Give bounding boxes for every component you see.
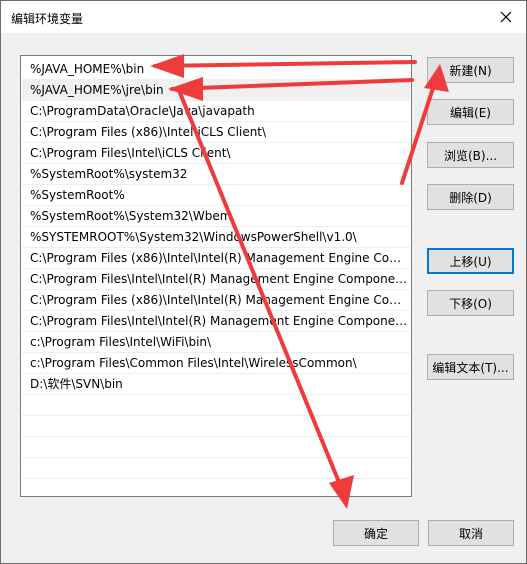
ok-button[interactable]: 确定 xyxy=(333,520,419,546)
dialog-title: 编辑环境变量 xyxy=(11,12,84,26)
path-list[interactable]: %JAVA_HOME%\bin %JAVA_HOME%\jre\bin C:\Pro… xyxy=(20,55,412,500)
list-item[interactable]: D:\软件\SVN\bin xyxy=(22,374,410,395)
list-item[interactable]: %JAVA_HOME%\bin xyxy=(22,59,410,80)
list-item[interactable]: %SystemRoot%\system32 xyxy=(22,164,410,185)
list-item[interactable]: C:\Program Files\Intel\iCLS Client\ xyxy=(22,143,410,164)
move-down-button[interactable]: 下移(O) xyxy=(427,290,514,316)
list-item[interactable]: C:\Program Files\Intel\Intel(R) Manageme… xyxy=(22,269,410,290)
edit-text-button[interactable]: 编辑文本(T)... xyxy=(427,354,514,380)
list-item[interactable]: C:\Program Files (x86)\Intel\iCLS Client… xyxy=(22,122,410,143)
list-item[interactable]: C:\Program Files (x86)\Intel\Intel(R) Ma… xyxy=(22,290,410,311)
title-bar: 编辑环境变量 xyxy=(1,1,526,33)
list-item[interactable]: c:\Program Files\Intel\WiFi\bin\ xyxy=(22,332,410,353)
new-button[interactable]: 新建(N) xyxy=(427,57,514,83)
list-item[interactable]: c:\Program Files\Common Files\Intel\Wire… xyxy=(22,353,410,374)
list-empty-row[interactable] xyxy=(22,458,410,479)
list-item[interactable]: C:\Program Files (x86)\Intel\Intel(R) Ma… xyxy=(22,248,410,269)
list-item[interactable]: C:\ProgramData\Oracle\Java\javapath xyxy=(22,101,410,122)
list-empty-row[interactable] xyxy=(22,437,410,458)
list-item[interactable]: %JAVA_HOME%\jre\bin xyxy=(22,80,410,101)
move-up-button[interactable]: 上移(U) xyxy=(427,248,514,274)
delete-button[interactable]: 删除(D) xyxy=(427,184,514,210)
edit-env-var-dialog: 编辑环境变量 %JAVA_HOME%\bin %JAVA_HOME%\jre\bi… xyxy=(0,0,527,564)
cancel-button[interactable]: 取消 xyxy=(428,520,514,546)
list-item[interactable]: %SystemRoot% xyxy=(22,185,410,206)
close-button[interactable] xyxy=(486,1,526,33)
list-empty-row[interactable] xyxy=(22,479,410,500)
list-item[interactable]: %SystemRoot%\System32\Wbem xyxy=(22,206,410,227)
list-empty-row[interactable] xyxy=(22,395,410,416)
edit-button[interactable]: 编辑(E) xyxy=(427,99,514,125)
close-icon xyxy=(500,11,512,23)
list-item[interactable]: C:\Program Files\Intel\Intel(R) Manageme… xyxy=(22,311,410,332)
browse-button[interactable]: 浏览(B)... xyxy=(427,142,514,168)
list-item[interactable]: %SYSTEMROOT%\System32\WindowsPowerShell\… xyxy=(22,227,410,248)
list-empty-row[interactable] xyxy=(22,416,410,437)
